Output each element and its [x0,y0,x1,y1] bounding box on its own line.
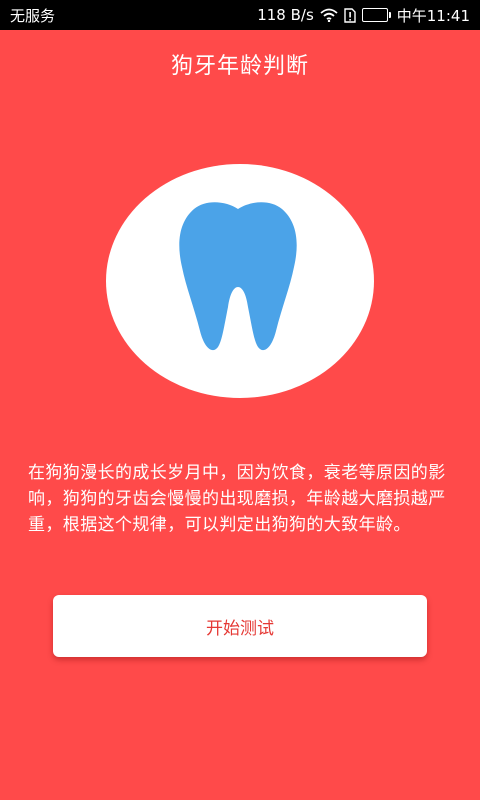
status-bar: 无服务 118 B/s 93 中午11:41 [0,0,480,30]
battery-level: 93 [367,9,382,21]
battery-icon: 93 [361,8,391,22]
tooth-icon [172,197,304,355]
description-text: 在狗狗漫长的成长岁月中，因为饮食，衰老等原因的影响，狗狗的牙齿会慢慢的出现磨损，… [28,463,446,535]
network-speed: 118 B/s [257,6,314,24]
wifi-icon [320,8,338,22]
sim-alert-icon [344,7,356,23]
clock: 中午11:41 [396,6,470,25]
start-test-button[interactable]: 开始测试 [53,595,427,657]
carrier-label: 无服务 [10,6,56,25]
page-title: 狗牙年龄判断 [170,54,309,79]
